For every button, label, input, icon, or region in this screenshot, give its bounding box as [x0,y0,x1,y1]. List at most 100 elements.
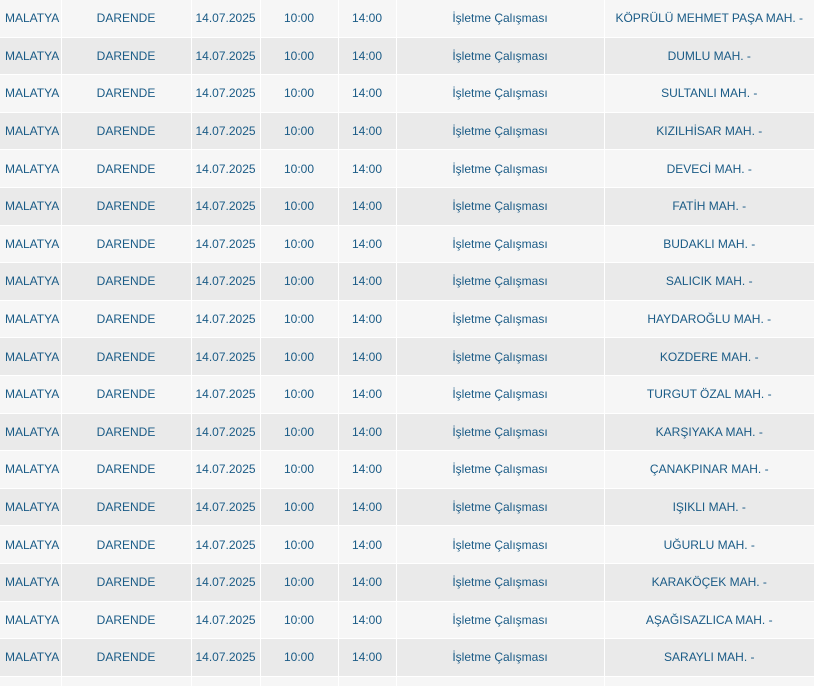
cell-end-time: 14:00 [338,638,397,677]
cell-neighborhood: KOZDERE MAH. - [604,337,814,376]
cell-reason: İşletme Çalışması [396,450,605,489]
cell-neighborhood: IŞIKLI MAH. - [604,488,814,527]
cell-city: MALATYA [0,149,62,188]
cell-city: MALATYA [0,413,62,452]
table-row: MALATYADARENDE14.07.202510:0014:00İşletm… [0,262,814,301]
cell-city: MALATYA [0,0,62,38]
cell-reason: İşletme Çalışması [396,638,605,677]
cell-district: DARENDE [61,300,192,339]
cell-city: MALATYA [0,74,62,113]
cell-city: MALATYA [0,638,62,677]
cell-start-time: 10:00 [260,74,339,113]
table-row: MALATYADARENDE14.07.202510:0014:00İşletm… [0,225,814,264]
cell-date: 14.07.2025 [191,413,261,452]
table-row: MALATYADARENDE14.07.202510:0014:00İşletm… [0,450,814,489]
cell-start-time: 10:00 [260,375,339,414]
cell-district: DARENDE [61,187,192,226]
cell-city: MALATYA [0,563,62,602]
cell-neighborhood: ÇANAKPINAR MAH. - [604,450,814,489]
cell-start-time: 10:00 [260,638,339,677]
cell-start-time: 10:00 [260,525,339,564]
table-row: MALATYADARENDE14.07.202510:0014:00İşletm… [0,187,814,226]
cell-end-time: 14:00 [338,262,397,301]
cell-city: MALATYA [0,375,62,414]
cell-district: DARENDE [61,525,192,564]
cell-reason: İşletme Çalışması [396,563,605,602]
cell-neighborhood: SULTANLI MAH. - [604,74,814,113]
cell-date: 14.07.2025 [191,563,261,602]
table-row: MALATYADARENDE14.07.202510:0014:00İşletm… [0,563,814,602]
cell-neighborhood: KARAKÖÇEK MAH. - [604,563,814,602]
cell-date: 14.07.2025 [191,74,261,113]
cell-city: MALATYA [0,525,62,564]
cell-neighborhood: DUMLU MAH. - [604,37,814,76]
cell-date: 14.07.2025 [191,450,261,489]
cell-neighborhood: SAZLICA MAH. - [604,676,814,686]
cell-reason: İşletme Çalışması [396,601,605,640]
cell-reason: İşletme Çalışması [396,337,605,376]
cell-reason: İşletme Çalışması [396,112,605,151]
cell-end-time: 14:00 [338,525,397,564]
cell-date: 14.07.2025 [191,601,261,640]
cell-reason: İşletme Çalışması [396,375,605,414]
cell-reason: İşletme Çalışması [396,413,605,452]
cell-start-time: 10:00 [260,337,339,376]
cell-reason: İşletme Çalışması [396,74,605,113]
cell-date: 14.07.2025 [191,676,261,686]
cell-start-time: 10:00 [260,112,339,151]
cell-neighborhood: KARŞIYAKA MAH. - [604,413,814,452]
cell-start-time: 10:00 [260,149,339,188]
cell-neighborhood: BUDAKLI MAH. - [604,225,814,264]
cell-neighborhood: AŞAĞISAZLICA MAH. - [604,601,814,640]
table-row: MALATYADARENDE14.07.202510:0014:00İşletm… [0,0,814,38]
cell-city: MALATYA [0,676,62,686]
table-row: MALATYADARENDE14.07.202510:0014:00İşletm… [0,74,814,113]
cell-district: DARENDE [61,112,192,151]
outage-table: MALATYA DARENDE 14.07.2025 10:00 14:00 İşletm… [0,0,814,686]
cell-city: MALATYA [0,112,62,151]
cell-neighborhood: SARAYLI MAH. - [604,638,814,677]
cell-start-time: 10:00 [260,601,339,640]
cell-neighborhood: KIZILHİSAR MAH. - [604,112,814,151]
cell-city: MALATYA [0,37,62,76]
cell-district: DARENDE [61,638,192,677]
cell-district: DARENDE [61,37,192,76]
cell-start-time: 10:00 [260,0,339,38]
cell-end-time: 14:00 [338,488,397,527]
cell-city: MALATYA [0,187,62,226]
cell-date: 14.07.2025 [191,638,261,677]
table-row: MALATYADARENDE14.07.202510:0014:00İşletm… [0,525,814,564]
table-row: MALATYADARENDE14.07.202510:0014:00İşletm… [0,638,814,677]
cell-end-time: 14:00 [338,187,397,226]
cell-date: 14.07.2025 [191,37,261,76]
cell-end-time: 14:00 [338,149,397,188]
cell-date: 14.07.2025 [191,375,261,414]
cell-end-time: 14:00 [338,601,397,640]
table-row: MALATYADARENDE14.07.202510:0014:00İşletm… [0,676,814,686]
cell-end-time: 14:00 [338,37,397,76]
cell-district: DARENDE [61,149,192,188]
cell-district: DARENDE [61,450,192,489]
cell-neighborhood: FATİH MAH. - [604,187,814,226]
cell-end-time: 14:00 [338,375,397,414]
cell-city: MALATYA [0,450,62,489]
cell-start-time: 10:00 [260,413,339,452]
cell-district: DARENDE [61,488,192,527]
cell-city: MALATYA [0,225,62,264]
cell-date: 14.07.2025 [191,149,261,188]
cell-date: 14.07.2025 [191,525,261,564]
cell-district: DARENDE [61,601,192,640]
cell-neighborhood: DEVECİ MAH. - [604,149,814,188]
cell-start-time: 10:00 [260,563,339,602]
cell-neighborhood: UĞURLU MAH. - [604,525,814,564]
cell-reason: İşletme Çalışması [396,0,605,38]
cell-city: MALATYA [0,601,62,640]
outage-table-body: MALATYA DARENDE 14.07.2025 10:00 14:00 İşletm… [0,0,814,686]
table-row: MALATYADARENDE14.07.202510:0014:00İşletm… [0,488,814,527]
cell-neighborhood: TURGUT ÖZAL MAH. - [604,375,814,414]
cell-reason: İşletme Çalışması [396,187,605,226]
cell-start-time: 10:00 [260,450,339,489]
cell-start-time: 10:00 [260,488,339,527]
cell-district: DARENDE [61,676,192,686]
cell-reason: İşletme Çalışması [396,676,605,686]
